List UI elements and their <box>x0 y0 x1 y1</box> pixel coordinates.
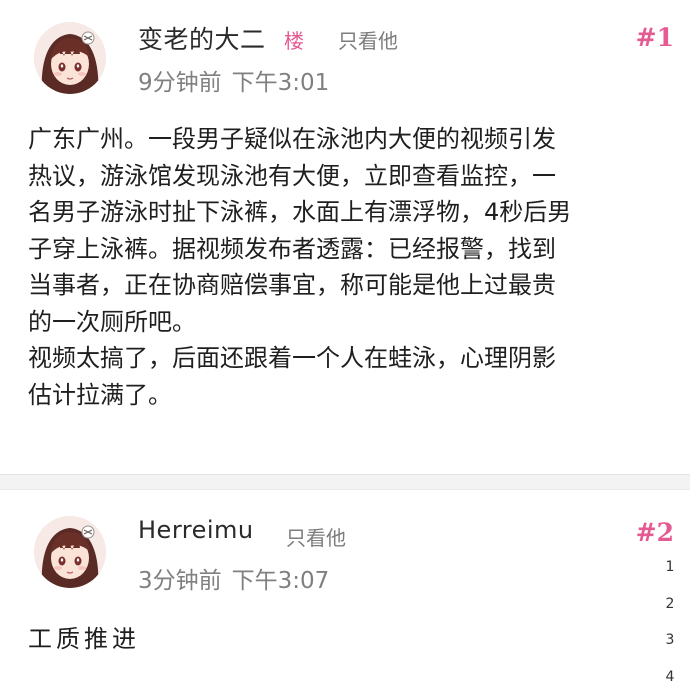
only-view-him-button[interactable]: 只看他 <box>286 522 346 551</box>
post-content: 广东广州。一段男子疑似在泳池内大便的视频引发 热议，游泳馆发现泳池有大便，立即查… <box>28 125 572 409</box>
op-badge: 楼 <box>284 29 304 53</box>
post-time: 下午3:07 <box>231 568 330 594</box>
thread-page: 变老的大二 楼 只看他 9分钟前 下午3:01 #1 广东广州。一段男子疑似在泳池… <box>0 0 690 681</box>
post-divider <box>0 474 690 490</box>
floor-number: #2 <box>635 518 674 547</box>
page-index-scrollbar[interactable]: 1 2 3 4 <box>660 549 680 681</box>
username[interactable]: 变老的大二 <box>138 20 266 56</box>
username[interactable]: Herreimu <box>138 516 254 544</box>
avatar[interactable] <box>34 516 106 588</box>
post-time: 下午3:01 <box>231 70 330 96</box>
page-index-item[interactable]: 1 <box>660 549 680 586</box>
page-index-item[interactable]: 4 <box>660 659 680 681</box>
relative-time: 9分钟前 <box>138 70 222 96</box>
post-meta: 9分钟前 下午3:01 <box>138 63 329 97</box>
anime-girl-avatar-icon <box>34 22 106 94</box>
anime-girl-avatar-icon <box>34 516 106 588</box>
floor-number: #1 <box>635 23 674 52</box>
post-floor-1: 变老的大二 楼 只看他 9分钟前 下午3:01 #1 广东广州。一段男子疑似在泳池… <box>0 0 690 474</box>
page-index-item[interactable]: 3 <box>660 622 680 659</box>
post-meta: 3分钟前 下午3:07 <box>138 561 329 595</box>
relative-time: 3分钟前 <box>138 568 222 594</box>
avatar[interactable] <box>34 22 106 94</box>
post-floor-2: Herreimu 只看他 3分钟前 下午3:07 #2 工质推进 <box>0 490 690 681</box>
only-view-him-button[interactable]: 只看他 <box>338 25 398 54</box>
page-index-item[interactable]: 2 <box>660 586 680 623</box>
post-content: 工质推进 <box>28 625 140 653</box>
